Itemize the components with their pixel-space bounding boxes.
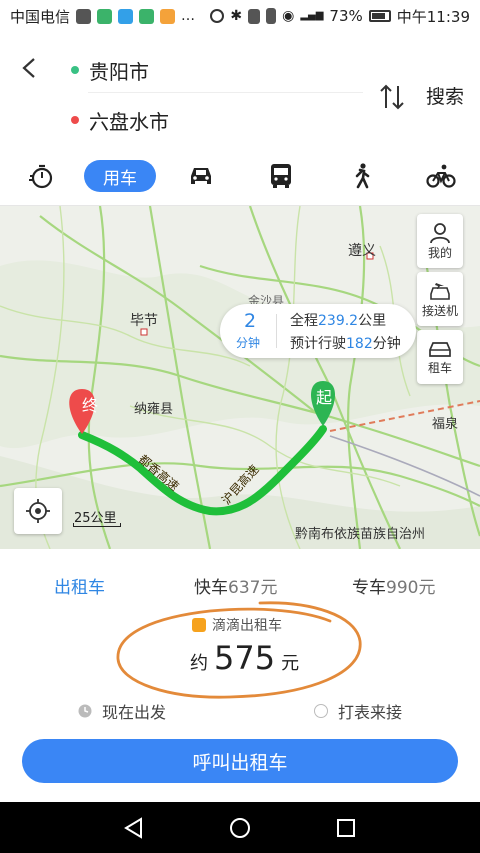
info-divider xyxy=(276,314,277,348)
airport-car-icon xyxy=(430,282,450,300)
map-scale-bar xyxy=(73,523,121,527)
tab-taxi[interactable]: 出租车 xyxy=(54,573,105,598)
locate-button[interactable] xyxy=(14,488,62,534)
route-header: 贵阳市 六盘水市 搜索 xyxy=(0,32,480,152)
tab-bike[interactable] xyxy=(424,160,458,192)
more-notifications-icon: … xyxy=(181,8,196,24)
map-label-qiannan: 黔南布依族苗族自治州 xyxy=(295,527,426,542)
divider xyxy=(88,92,363,93)
map-label-fuquan: 福泉 xyxy=(432,417,459,432)
signal-icon: ▂▄▆ xyxy=(300,10,324,21)
tab-bus[interactable] xyxy=(266,160,296,192)
status-bar: 中国电信 … ✱ ◉ ▂▄▆ 73% 中午11:39 xyxy=(0,0,480,32)
end-marker-label: 终 xyxy=(82,396,99,415)
rental-car-icon xyxy=(429,341,451,357)
transport-mode-tabs: 用车 xyxy=(0,152,480,206)
app-notification-icon xyxy=(97,8,113,24)
route-info-card[interactable]: 2 分钟 全程239.2公里 预计行驶182分钟 xyxy=(220,304,416,358)
bike-icon xyxy=(426,164,456,188)
express-label: 快车 xyxy=(194,578,228,598)
clock-icon xyxy=(78,704,92,718)
play-notification-icon xyxy=(160,8,176,24)
airport-pickup-label: 接送机 xyxy=(421,303,458,318)
crosshair-icon xyxy=(26,499,50,523)
origin-field[interactable]: 贵阳市 xyxy=(89,56,149,85)
route-map[interactable]: 终 起 遵义 金沙县 毕节 纳雍县 福泉 黔南布依族苗族自治州 都香高速 沪昆高… xyxy=(0,206,480,549)
battery-percent: 73% xyxy=(329,7,363,25)
duration-unit: 分钟 xyxy=(236,336,261,350)
map-label-bijie: 毕节 xyxy=(130,313,158,329)
eye-icon: ◉ xyxy=(282,8,295,24)
eta-value: 182 xyxy=(346,336,373,352)
carrier-label: 中国电信 xyxy=(10,7,71,26)
bluetooth-icon: ✱ xyxy=(230,8,243,24)
home-circle-icon[interactable] xyxy=(228,816,252,840)
map-canvas xyxy=(0,206,480,549)
car-icon xyxy=(191,168,211,184)
express-price: 637元 xyxy=(228,578,278,598)
swap-icon[interactable] xyxy=(378,82,406,112)
back-triangle-icon[interactable] xyxy=(122,816,146,840)
eta-unit: 分钟 xyxy=(372,336,401,352)
meter-pickup-label: 打表来接 xyxy=(338,703,403,722)
back-arrow-icon[interactable] xyxy=(18,56,42,80)
premium-price: 990元 xyxy=(386,578,436,598)
ride-panel: 出租车 快车637元 专车990元 滴滴出租车 约 575 元 现在出发 打表来… xyxy=(0,549,480,802)
nfc-icon xyxy=(248,8,261,24)
tab-drive[interactable] xyxy=(186,160,216,192)
stopwatch-icon xyxy=(29,164,53,189)
map-label-nayong: 纳雍县 xyxy=(134,402,174,417)
image-notification-icon xyxy=(76,8,92,24)
wechat-icon xyxy=(139,8,155,24)
depart-now-label: 现在出发 xyxy=(102,703,167,722)
clock: 中午11:39 xyxy=(396,7,470,26)
vibrate-icon xyxy=(266,8,277,24)
meter-pickup-option[interactable]: 打表来接 xyxy=(314,699,402,723)
my-button-label: 我的 xyxy=(427,245,452,260)
bus-icon xyxy=(271,164,291,188)
car-rental-label: 租车 xyxy=(427,360,452,375)
depart-now-option[interactable]: 现在出发 xyxy=(78,699,166,723)
car-rental-button[interactable]: 租车 xyxy=(417,330,463,384)
map-label-zunyi: 遵义 xyxy=(348,243,376,259)
walk-icon xyxy=(355,163,370,189)
destination-field[interactable]: 六盘水市 xyxy=(89,106,169,135)
handdrawn-circle-annotation xyxy=(116,601,362,699)
destination-dot-icon xyxy=(71,116,79,124)
distance-prefix: 全程 xyxy=(290,313,318,329)
radio-button-icon[interactable] xyxy=(314,704,328,718)
eta-line: 预计行驶182分钟 xyxy=(290,333,401,353)
recent-apps-icon[interactable] xyxy=(334,816,358,840)
distance-unit: 公里 xyxy=(358,313,387,329)
eta-prefix: 预计行驶 xyxy=(290,336,346,352)
person-icon xyxy=(430,222,450,243)
airport-pickup-button[interactable]: 接送机 xyxy=(417,272,463,326)
battery-icon xyxy=(368,10,391,22)
distance-line: 全程239.2公里 xyxy=(290,310,386,330)
duration-value: 2 xyxy=(244,310,257,332)
system-nav-bar xyxy=(0,802,480,853)
location-icon xyxy=(210,9,225,23)
message-notification-icon xyxy=(118,8,134,24)
call-taxi-button[interactable]: 呼叫出租车 xyxy=(22,739,458,783)
my-button[interactable]: 我的 xyxy=(417,214,463,268)
tab-ride-hailing[interactable]: 用车 xyxy=(84,160,156,192)
tab-walk[interactable] xyxy=(346,160,376,192)
search-button[interactable]: 搜索 xyxy=(426,82,464,109)
start-marker-label: 起 xyxy=(316,388,333,407)
distance-value: 239.2 xyxy=(318,313,359,329)
origin-dot-icon xyxy=(71,66,79,74)
tab-premium[interactable]: 专车990元 xyxy=(352,573,435,598)
premium-label: 专车 xyxy=(352,578,386,598)
tab-timer[interactable] xyxy=(26,160,56,192)
tab-express[interactable]: 快车637元 xyxy=(194,573,277,598)
